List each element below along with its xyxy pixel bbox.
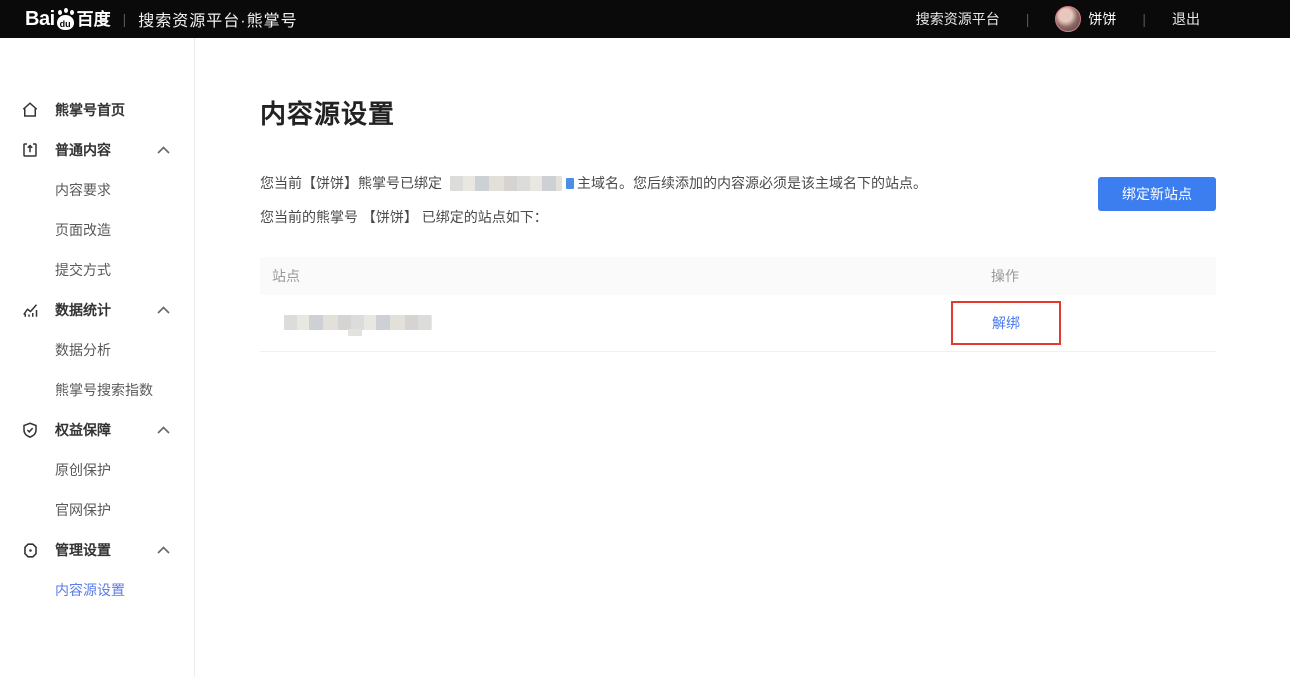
chevron-up-icon — [157, 306, 170, 314]
table-row: 解绑 — [260, 295, 1216, 352]
chevron-up-icon — [157, 426, 170, 434]
column-header-site: 站点 — [260, 266, 946, 286]
sidebar-item-search-index[interactable]: 熊掌号搜索指数 — [0, 370, 194, 410]
redacted-domain — [450, 176, 562, 191]
baidu-logo-cn: 百度 — [77, 10, 111, 30]
sidebar-group-rights[interactable]: 权益保障 — [0, 410, 194, 450]
sidebar-item-official-protect[interactable]: 官网保护 — [0, 490, 194, 530]
home-icon — [20, 100, 40, 120]
selection-caret — [566, 178, 574, 189]
sidebar-item-content-source-settings[interactable]: 内容源设置 — [0, 570, 194, 610]
divider: | — [123, 11, 127, 27]
baidu-paw-icon: du — [56, 10, 76, 30]
divider: | — [1026, 11, 1030, 27]
platform-title: 搜索资源平台·熊掌号 — [138, 7, 297, 31]
table-header: 站点 操作 — [260, 257, 1216, 295]
sidebar-item-home[interactable]: 熊掌号首页 — [0, 90, 194, 130]
upload-icon — [20, 140, 40, 160]
sidebar: 熊掌号首页 普通内容 内容要求 页面改造 提交方式 数据统计 — [0, 38, 195, 677]
chevron-up-icon — [157, 146, 170, 154]
unbind-link[interactable]: 解绑 — [992, 313, 1020, 333]
chevron-up-icon — [157, 546, 170, 554]
redacted-site-url — [284, 315, 432, 330]
sidebar-item-original-protect[interactable]: 原创保护 — [0, 450, 194, 490]
column-header-action: 操作 — [946, 266, 1216, 286]
sidebar-item-page-transform[interactable]: 页面改造 — [0, 210, 194, 250]
sidebar-group-data-stats[interactable]: 数据统计 — [0, 290, 194, 330]
logout-link[interactable]: 退出 — [1172, 9, 1200, 29]
sidebar-group-settings[interactable]: 管理设置 — [0, 530, 194, 570]
divider: | — [1142, 11, 1146, 27]
baidu-logo-text: Bai — [25, 8, 55, 30]
topbar: Bai du 百度 | 搜索资源平台·熊掌号 搜索资源平台 | 饼饼 | 退出 — [0, 0, 1290, 38]
baidu-logo[interactable]: Bai du 百度 — [25, 8, 111, 30]
username: 饼饼 — [1088, 9, 1116, 29]
red-highlight-box: 解绑 — [951, 301, 1061, 345]
bind-new-site-button[interactable]: 绑定新站点 — [1098, 177, 1216, 211]
user-avatar — [1055, 6, 1081, 32]
gear-icon — [20, 540, 40, 560]
user-menu[interactable]: 饼饼 — [1055, 6, 1116, 32]
intro-text: 您当前【饼饼】熊掌号已绑定主域名。您后续添加的内容源必须是该主域名下的站点。 您… — [260, 173, 927, 227]
sidebar-item-submit-method[interactable]: 提交方式 — [0, 250, 194, 290]
sites-table: 站点 操作 解绑 — [260, 257, 1216, 352]
sidebar-group-content[interactable]: 普通内容 — [0, 130, 194, 170]
page-title: 内容源设置 — [260, 94, 1216, 131]
chart-icon — [20, 300, 40, 320]
main-content: 内容源设置 您当前【饼饼】熊掌号已绑定主域名。您后续添加的内容源必须是该主域名下… — [195, 38, 1290, 677]
nav-platform-link[interactable]: 搜索资源平台 — [916, 9, 1000, 29]
sidebar-item-content-requirements[interactable]: 内容要求 — [0, 170, 194, 210]
sidebar-item-data-analysis[interactable]: 数据分析 — [0, 330, 194, 370]
shield-icon — [20, 420, 40, 440]
